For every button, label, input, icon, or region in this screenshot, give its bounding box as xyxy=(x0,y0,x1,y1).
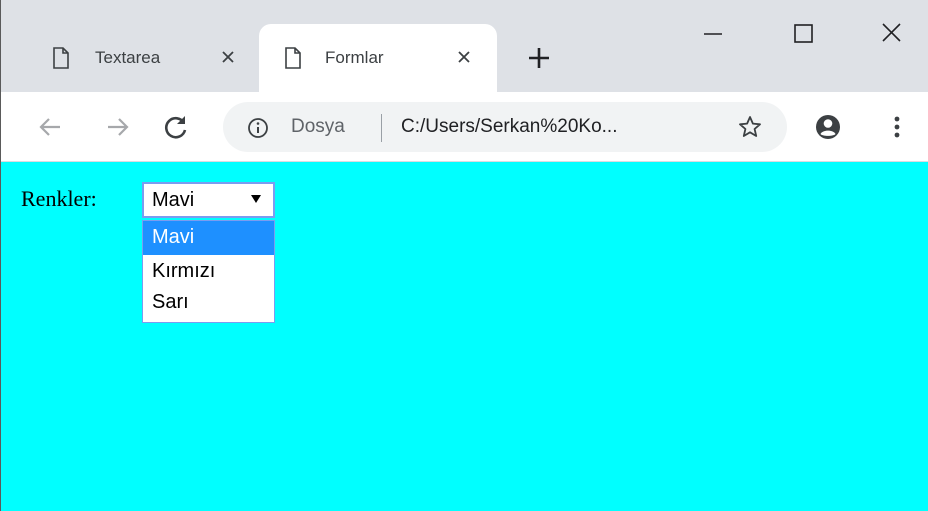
tab-title: Formlar xyxy=(325,48,384,67)
tab-strip: Textarea Formlar xyxy=(1,0,928,92)
minimize-icon[interactable] xyxy=(693,16,733,52)
select-dropdown-list: Mavi Kırmızı Sarı xyxy=(142,220,275,323)
tab-close-icon[interactable] xyxy=(217,46,239,68)
document-icon xyxy=(285,47,301,69)
vertical-dots-icon[interactable] xyxy=(885,112,909,142)
reload-icon[interactable] xyxy=(161,112,191,142)
arrow-left-icon[interactable] xyxy=(35,112,65,142)
maximize-icon[interactable] xyxy=(783,16,823,52)
option-sari[interactable]: Sarı xyxy=(143,286,274,320)
info-icon[interactable] xyxy=(247,117,269,139)
scheme-label: Dosya xyxy=(291,116,345,137)
select-value: Mavi xyxy=(152,189,195,211)
account-icon[interactable] xyxy=(813,112,843,142)
url-text[interactable]: C:/Users/Serkan%20Ko... xyxy=(401,116,617,138)
option-mavi[interactable]: Mavi xyxy=(143,221,274,255)
page-content: Renkler: Mavi Mavi Kırmızı Sarı xyxy=(1,162,928,511)
color-select[interactable]: Mavi xyxy=(142,182,275,218)
star-icon[interactable] xyxy=(737,114,763,140)
browser-window: Textarea Formlar Dosya C:/Users/Serkan%2… xyxy=(0,0,928,511)
arrow-right-icon[interactable] xyxy=(103,112,133,142)
browser-toolbar: Dosya C:/Users/Serkan%20Ko... xyxy=(1,92,928,162)
option-kirmizi[interactable]: Kırmızı xyxy=(143,255,274,289)
dropdown-arrow-icon xyxy=(251,195,261,203)
tab-textarea[interactable]: Textarea xyxy=(29,24,259,92)
tab-formlar[interactable]: Formlar xyxy=(259,24,497,92)
close-window-icon[interactable] xyxy=(871,16,911,52)
document-icon xyxy=(53,47,69,69)
plus-icon[interactable] xyxy=(525,44,553,72)
address-bar[interactable]: Dosya C:/Users/Serkan%20Ko... xyxy=(223,102,787,152)
colors-label: Renkler: xyxy=(21,186,97,211)
address-divider xyxy=(381,114,382,142)
tab-title: Textarea xyxy=(95,48,161,67)
tab-close-icon[interactable] xyxy=(453,46,475,68)
